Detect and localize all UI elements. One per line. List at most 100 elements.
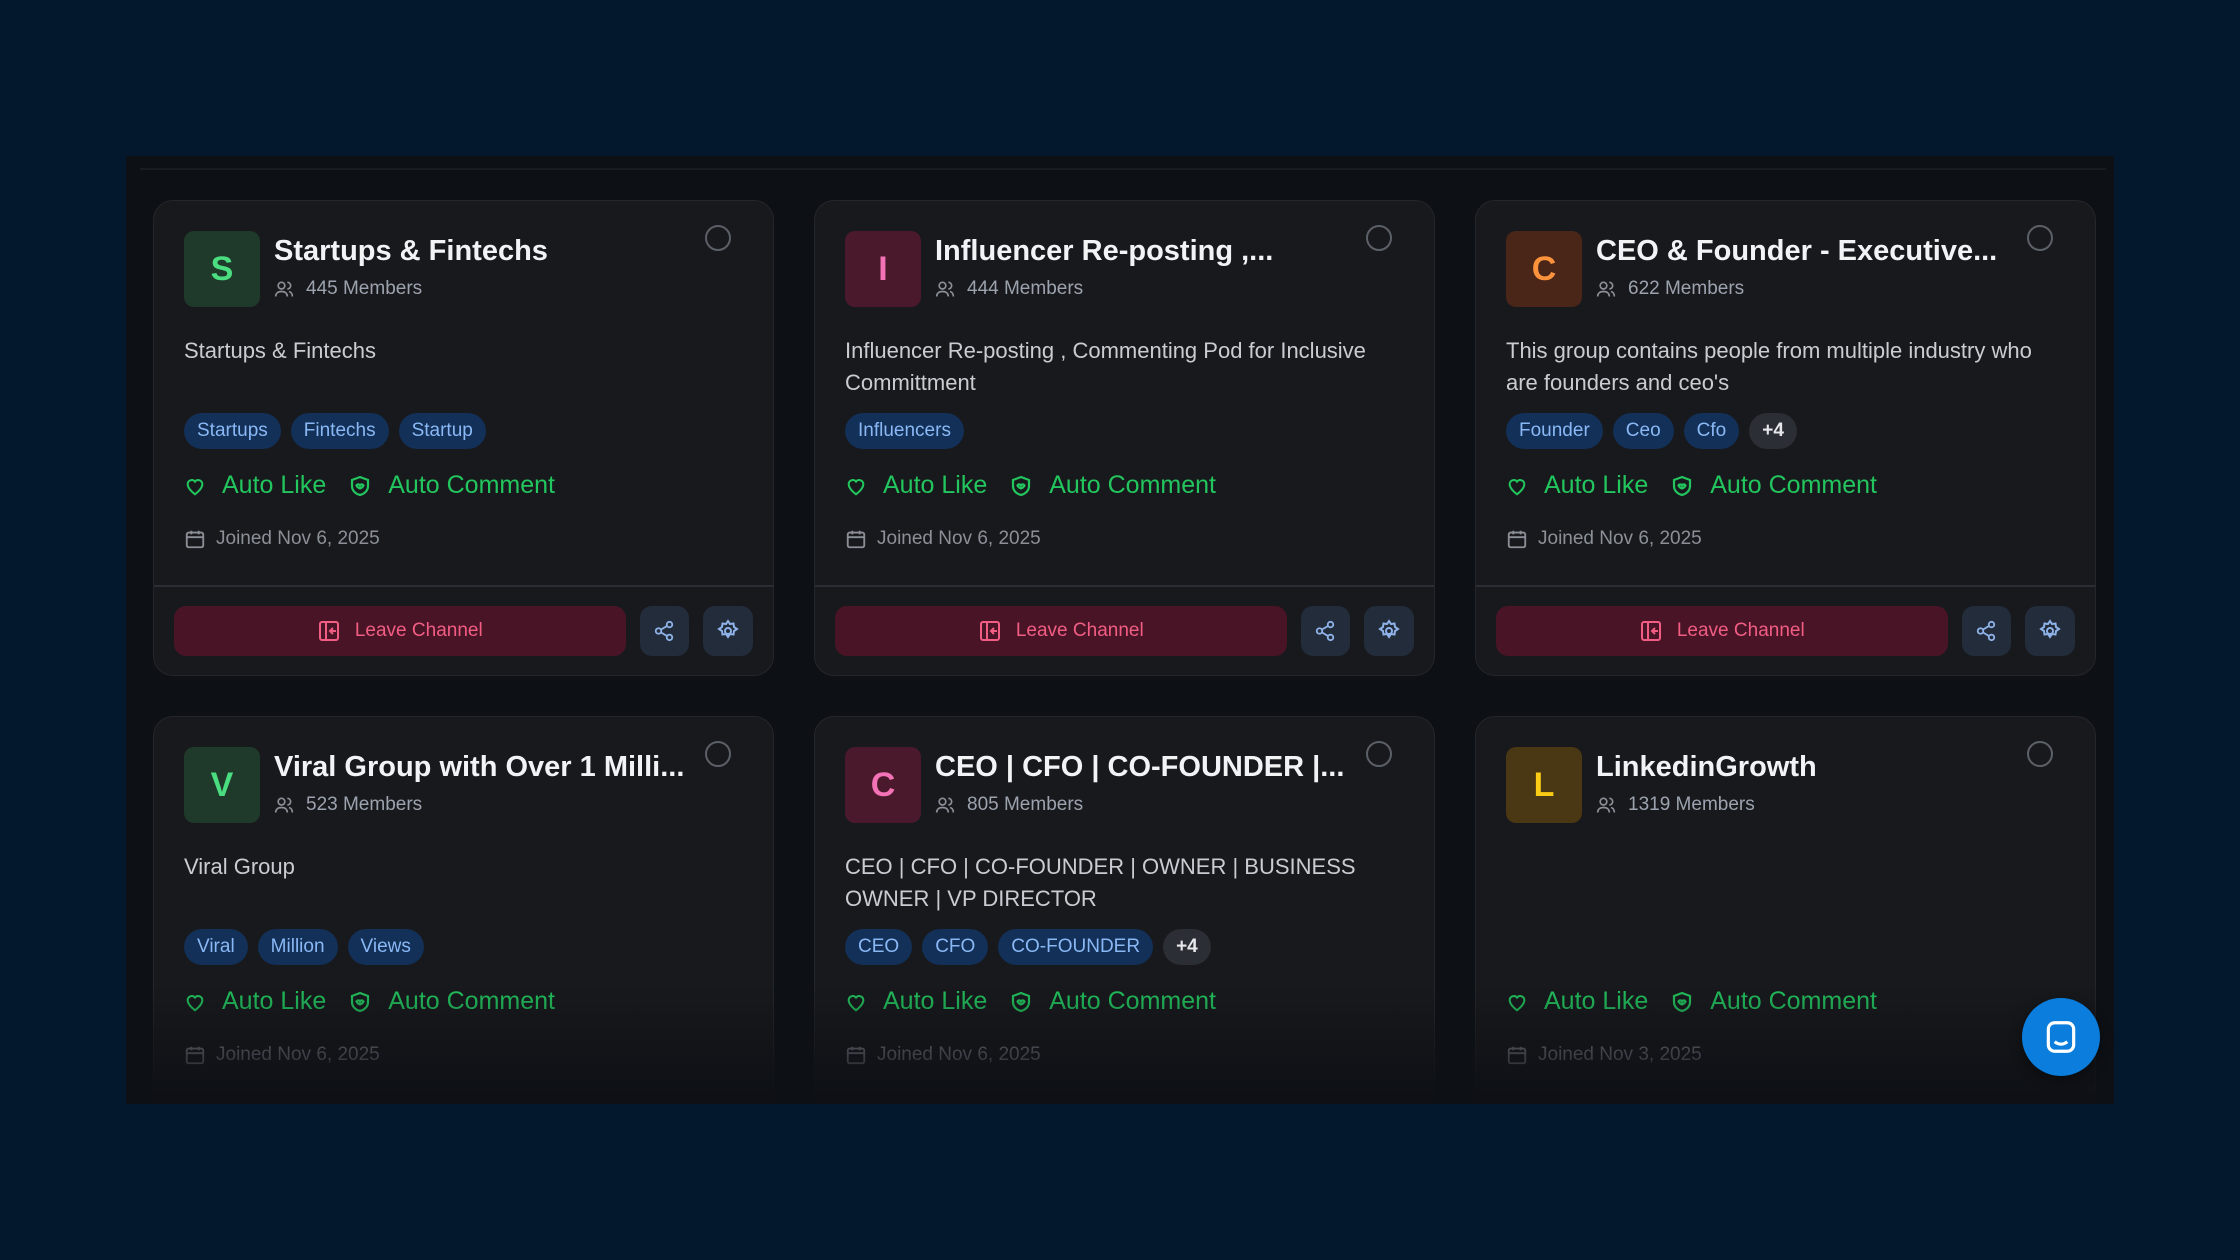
tag: CFO — [922, 929, 989, 965]
users-icon — [935, 281, 955, 297]
joined-date: Joined Nov 6, 2025 — [845, 1044, 1404, 1066]
tag-list: Viral Million Views — [184, 929, 743, 965]
gear-icon — [717, 619, 739, 639]
share-button[interactable] — [1300, 606, 1351, 656]
channel-card[interactable]: V Viral Group with Over 1 Milli... 523 M… — [153, 716, 774, 1104]
member-count-text: 523 Members — [306, 794, 423, 815]
auto-comment-toggle[interactable]: Auto Comment — [1009, 987, 1216, 1016]
member-count: 622 Members — [1596, 278, 1997, 300]
shield-comment-icon — [1673, 475, 1692, 496]
channel-card[interactable]: L LinkedinGrowth 1319 Members Auto Like … — [1475, 716, 2096, 1104]
channel-card[interactable]: S Startups & Fintechs 445 Members Startu… — [153, 200, 774, 676]
auto-like-label: Auto Like — [222, 987, 327, 1015]
more-tags-badge[interactable]: +4 — [1163, 929, 1211, 965]
joined-date-text: Joined Nov 3, 2025 — [1538, 1044, 1702, 1065]
heart-icon — [847, 994, 865, 1011]
leave-channel-label: Leave Channel — [1015, 620, 1144, 641]
leave-channel-button[interactable]: Leave Channel — [174, 606, 626, 656]
auto-comment-toggle[interactable]: Auto Comment — [348, 987, 555, 1016]
shield-comment-icon — [1673, 991, 1692, 1012]
channel-title: CEO | CFO | CO-FOUNDER |... — [935, 751, 1345, 783]
channel-avatar: V — [184, 747, 260, 823]
channel-title: CEO & Founder - Executive... — [1596, 235, 1998, 267]
channel-card[interactable]: C CEO & Founder - Executive... 622 Membe… — [1475, 200, 2096, 676]
auto-like-toggle[interactable]: Auto Like — [845, 987, 987, 1016]
users-icon — [274, 797, 294, 813]
share-button[interactable] — [639, 606, 690, 656]
channel-title: Viral Group with Over 1 Milli... — [274, 751, 685, 783]
share-button[interactable] — [1961, 606, 2012, 656]
exit-icon — [979, 621, 1000, 641]
joined-date-text: Joined Nov 6, 2025 — [216, 1044, 380, 1065]
member-count: 805 Members — [935, 794, 1344, 816]
users-icon — [274, 281, 294, 297]
tag-list — [1506, 929, 2065, 965]
select-checkbox[interactable] — [1366, 741, 1392, 767]
shield-comment-icon — [351, 991, 370, 1012]
divider — [140, 168, 2106, 170]
joined-date-text: Joined Nov 6, 2025 — [877, 528, 1041, 549]
calendar-icon — [1507, 1046, 1527, 1065]
heart-icon — [186, 478, 204, 495]
auto-like-label: Auto Like — [1544, 471, 1649, 499]
tag: CO-FOUNDER — [998, 929, 1154, 965]
auto-like-toggle[interactable]: Auto Like — [184, 471, 326, 500]
member-count-text: 444 Members — [967, 278, 1084, 299]
leave-channel-button[interactable]: Leave Channel — [1496, 606, 1948, 656]
auto-like-label: Auto Like — [883, 471, 988, 499]
auto-like-toggle[interactable]: Auto Like — [1506, 987, 1648, 1016]
channel-avatar: C — [1506, 231, 1582, 307]
card-footer: Leave Channel — [154, 585, 773, 675]
auto-comment-toggle[interactable]: Auto Comment — [1670, 471, 1877, 500]
settings-button[interactable] — [1364, 606, 1415, 656]
channel-card[interactable]: C CEO | CFO | CO-FOUNDER |... 805 Member… — [814, 716, 1435, 1104]
joined-date: Joined Nov 6, 2025 — [184, 1044, 743, 1066]
calendar-icon — [185, 530, 205, 549]
more-tags-badge[interactable]: +4 — [1749, 413, 1797, 449]
joined-date: Joined Nov 3, 2025 — [1506, 1044, 2065, 1066]
leave-channel-button[interactable]: Leave Channel — [835, 606, 1287, 656]
tag: Million — [257, 929, 338, 965]
shield-comment-icon — [1012, 475, 1031, 496]
chat-launcher-button[interactable] — [2022, 998, 2100, 1076]
channel-card[interactable]: I Influencer Re-posting ,... 444 Members… — [814, 200, 1435, 676]
channel-avatar: I — [845, 231, 921, 307]
channel-description — [1506, 851, 2065, 915]
channel-avatar: C — [845, 747, 921, 823]
tag-list: CEO CFO CO-FOUNDER +4 — [845, 929, 1404, 965]
settings-button[interactable] — [703, 606, 754, 656]
member-count-text: 622 Members — [1628, 278, 1745, 299]
select-checkbox[interactable] — [705, 225, 731, 251]
select-checkbox[interactable] — [2027, 225, 2053, 251]
select-checkbox[interactable] — [1366, 225, 1392, 251]
tag-list: Founder Ceo Cfo +4 — [1506, 413, 2065, 449]
card-footer: Leave Channel — [815, 585, 1434, 675]
auto-comment-label: Auto Comment — [1710, 987, 1877, 1015]
select-checkbox[interactable] — [2027, 741, 2053, 767]
settings-button[interactable] — [2025, 606, 2076, 656]
channel-avatar: S — [184, 231, 260, 307]
auto-like-toggle[interactable]: Auto Like — [845, 471, 987, 500]
share-icon — [1977, 620, 1996, 642]
exit-icon — [318, 621, 339, 641]
tag-list: Influencers — [845, 413, 1404, 449]
leave-channel-label: Leave Channel — [1676, 620, 1805, 641]
calendar-icon — [1507, 530, 1527, 549]
auto-comment-label: Auto Comment — [388, 987, 555, 1015]
joined-date-text: Joined Nov 6, 2025 — [877, 1044, 1041, 1065]
auto-comment-toggle[interactable]: Auto Comment — [348, 471, 555, 500]
channel-description: This group contains people from multiple… — [1506, 338, 2032, 395]
auto-comment-toggle[interactable]: Auto Comment — [1009, 471, 1216, 500]
tag: Influencers — [845, 413, 964, 449]
auto-like-toggle[interactable]: Auto Like — [184, 987, 326, 1016]
auto-like-toggle[interactable]: Auto Like — [1506, 471, 1648, 500]
channel-description: Viral Group — [184, 854, 295, 879]
channel-title: LinkedinGrowth — [1596, 751, 1817, 783]
heart-icon — [186, 994, 204, 1011]
tag: Startups — [184, 413, 281, 449]
member-count: 523 Members — [274, 794, 684, 816]
channel-description: Influencer Re-posting , Commenting Pod f… — [845, 338, 1366, 395]
auto-comment-toggle[interactable]: Auto Comment — [1670, 987, 1877, 1016]
select-checkbox[interactable] — [705, 741, 731, 767]
calendar-icon — [185, 1046, 205, 1065]
